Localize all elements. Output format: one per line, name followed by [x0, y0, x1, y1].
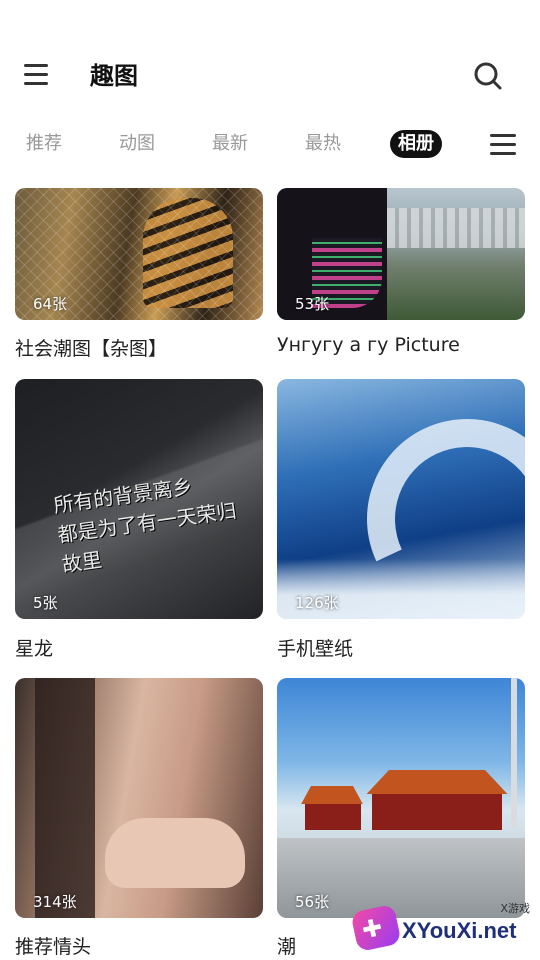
album-title: 社会潮图【杂图】: [15, 338, 168, 360]
album-grid: 64张 社会潮图【杂图】 53张 Унгугу а гу Picture 所有的…: [0, 188, 540, 960]
gamepad-logo-icon: ✚: [350, 903, 402, 953]
album-title: 推荐情头: [15, 936, 92, 958]
album-thumbnail: 所有的背景离乡 都是为了有一天荣归故里 5张: [15, 379, 263, 619]
album-card[interactable]: 314张 推荐情头: [15, 678, 263, 958]
photo-count: 314张: [33, 893, 77, 911]
tab-albums[interactable]: 相册: [390, 130, 442, 158]
page-title: 趣图: [90, 62, 138, 90]
category-tabs: 推荐 动图 最新 最热 相册: [0, 124, 540, 168]
tab-menu-icon[interactable]: [490, 132, 518, 158]
album-card[interactable]: 53张 Унгугу а гу Picture: [277, 188, 525, 356]
album-thumbnail: 56张: [277, 678, 525, 918]
watermark-small-text: X游戏: [500, 902, 530, 915]
search-icon[interactable]: [472, 60, 504, 92]
photo-count: 5张: [33, 594, 58, 612]
site-watermark: ✚ X游戏 XYouXi.net: [350, 898, 534, 954]
album-title: 潮: [277, 936, 297, 958]
menu-icon[interactable]: [22, 60, 54, 90]
album-card[interactable]: 64张 社会潮图【杂图】: [15, 188, 263, 360]
album-title: 手机壁纸: [277, 638, 354, 660]
tab-recommend[interactable]: 推荐: [26, 130, 62, 158]
album-title: 星龙: [15, 638, 54, 660]
album-thumbnail: 53张: [277, 188, 525, 320]
album-thumbnail: 126张: [277, 379, 525, 619]
photo-count: 53张: [295, 295, 330, 313]
photo-count: 126张: [295, 594, 339, 612]
album-thumbnail: 64张: [15, 188, 263, 320]
album-card[interactable]: 所有的背景离乡 都是为了有一天荣归故里 5张 星龙: [15, 379, 263, 660]
album-card[interactable]: 126张 手机壁纸: [277, 379, 525, 660]
album-thumbnail: 314张: [15, 678, 263, 918]
photo-count: 56张: [295, 893, 330, 911]
tab-gif[interactable]: 动图: [119, 130, 155, 158]
app-header: 趣图: [0, 0, 540, 120]
tab-hottest[interactable]: 最热: [305, 130, 341, 158]
album-card[interactable]: 56张 潮: [277, 678, 525, 958]
photo-count: 64张: [33, 295, 68, 313]
watermark-text: XYouXi.net: [402, 918, 517, 943]
tab-latest[interactable]: 最新: [212, 130, 248, 158]
album-title: Унгугу а гу Picture: [277, 334, 460, 356]
